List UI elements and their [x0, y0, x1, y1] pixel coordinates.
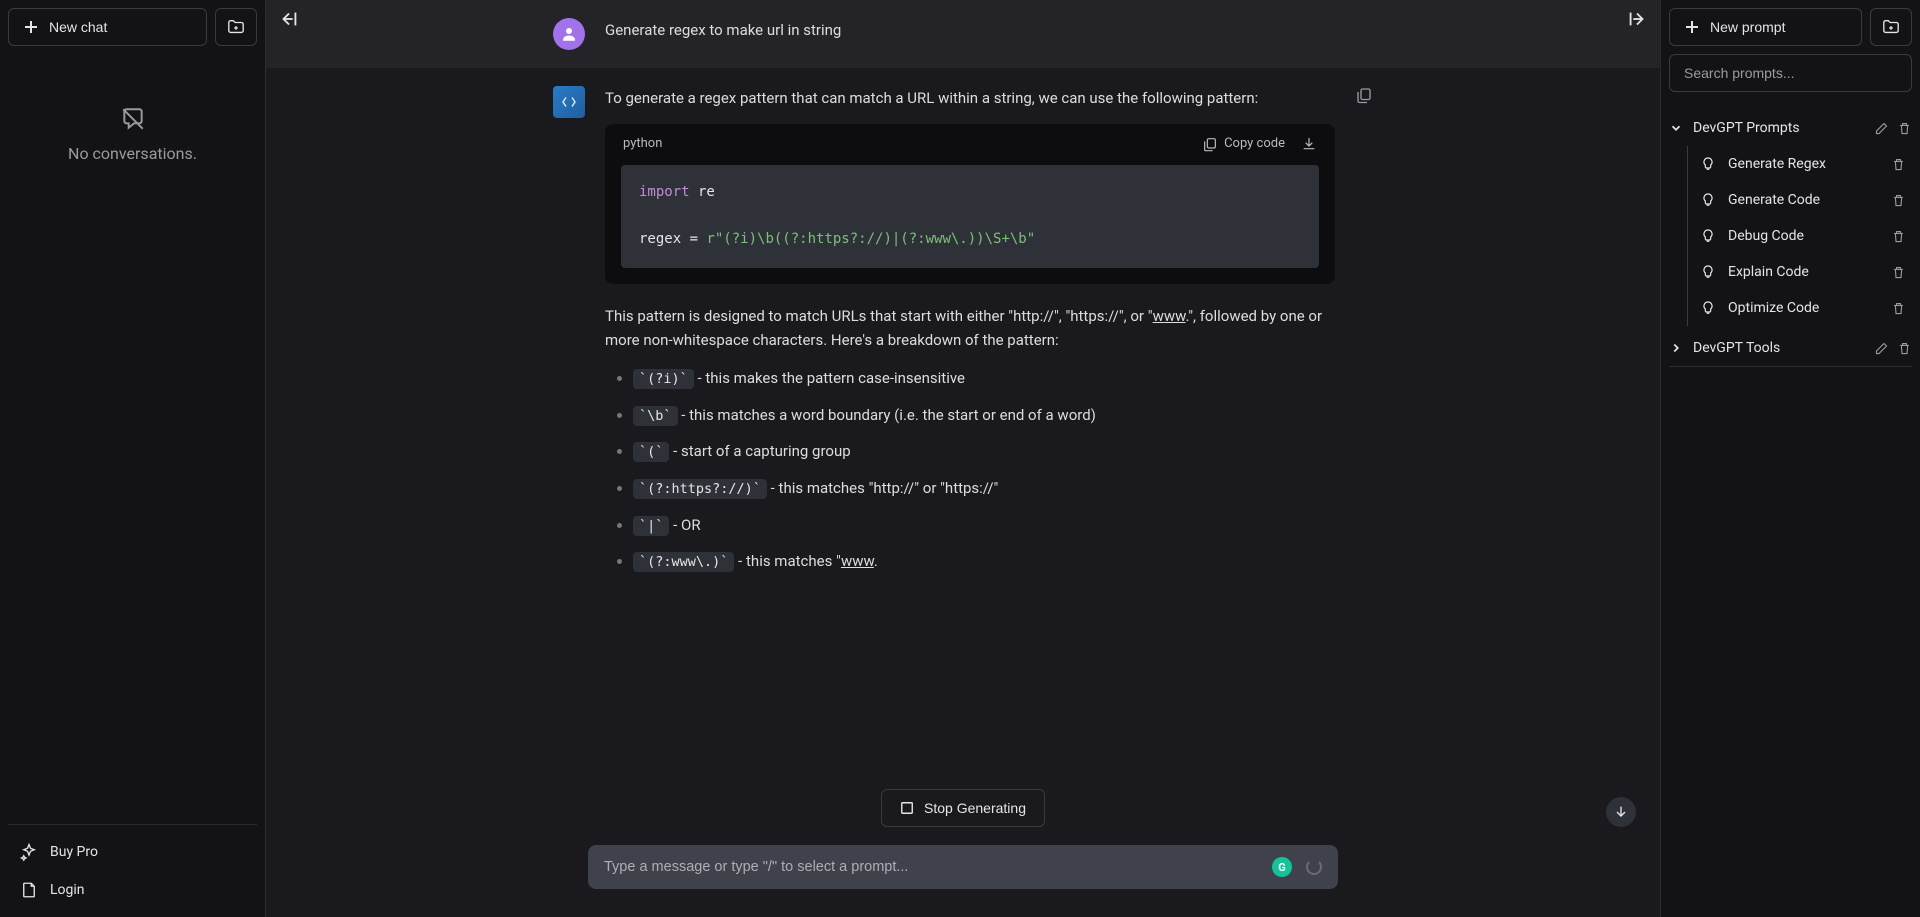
list-item: `|` - OR	[633, 513, 1335, 538]
prompt-item[interactable]: Generate Regex	[1694, 146, 1912, 182]
login-button[interactable]: Login	[8, 871, 257, 909]
tools-folder-header[interactable]: DevGPT Tools	[1669, 330, 1912, 367]
download-icon[interactable]	[1301, 136, 1317, 152]
code-block: python Copy code	[605, 124, 1335, 284]
collapse-right-icon[interactable]	[1626, 8, 1648, 30]
trash-icon[interactable]	[1891, 265, 1906, 280]
copy-code-label: Copy code	[1224, 134, 1285, 155]
user-message-row: Generate regex to make url in string	[266, 0, 1660, 68]
plus-icon	[23, 19, 39, 35]
trash-icon[interactable]	[1897, 341, 1912, 356]
plus-icon	[1684, 19, 1700, 35]
pattern-breakdown-list: `(?i)` - this makes the pattern case-ins…	[605, 366, 1335, 574]
trash-icon[interactable]	[1897, 121, 1912, 136]
new-prompt-label: New prompt	[1710, 19, 1785, 35]
search-prompts-input[interactable]	[1669, 54, 1912, 92]
trash-icon[interactable]	[1891, 229, 1906, 244]
prompts-folder-header[interactable]: DevGPT Prompts	[1669, 116, 1912, 140]
chat-off-icon	[120, 106, 146, 132]
edit-icon[interactable]	[1874, 121, 1889, 136]
lightbulb-icon	[1700, 192, 1716, 208]
list-item: `(` - start of a capturing group	[633, 439, 1335, 464]
chevron-right-icon[interactable]	[1669, 341, 1683, 355]
ai-intro-text: To generate a regex pattern that can mat…	[605, 86, 1335, 110]
right-sidebar: New prompt DevGPT Prompts Generate Regex	[1660, 0, 1920, 917]
new-chat-button[interactable]: New chat	[8, 8, 207, 46]
edit-icon[interactable]	[1874, 341, 1889, 356]
folder-plus-icon	[227, 18, 245, 36]
prompt-item-label: Explain Code	[1728, 264, 1885, 280]
message-input-bar: G	[588, 845, 1338, 889]
ai-message-row: To generate a regex pattern that can mat…	[266, 68, 1660, 604]
main-chat-area: Generate regex to make url in string To …	[265, 0, 1660, 917]
prompt-item-label: Optimize Code	[1728, 300, 1885, 316]
prompt-item-label: Generate Code	[1728, 192, 1885, 208]
user-avatar	[553, 18, 585, 50]
list-item: `(?i)` - this makes the pattern case-ins…	[633, 366, 1335, 391]
stop-icon	[900, 801, 914, 815]
list-item: `(?:https?://)` - this matches "http://"…	[633, 476, 1335, 501]
buy-pro-label: Buy Pro	[50, 844, 98, 860]
code-language-label: python	[623, 134, 662, 155]
folder-label: DevGPT Prompts	[1693, 120, 1866, 136]
folder-label: DevGPT Tools	[1693, 340, 1866, 356]
login-label: Login	[50, 882, 85, 898]
folder-plus-icon	[1882, 18, 1900, 36]
prompt-item-label: Generate Regex	[1728, 156, 1885, 172]
lightbulb-icon	[1700, 228, 1716, 244]
left-sidebar: New chat No conversations. Buy Pro Login	[0, 0, 265, 917]
buy-pro-button[interactable]: Buy Pro	[8, 833, 257, 871]
new-chat-label: New chat	[49, 19, 107, 35]
trash-icon[interactable]	[1891, 301, 1906, 316]
no-conversations-label: No conversations.	[68, 144, 197, 163]
copy-code-button[interactable]: Copy code	[1202, 134, 1285, 155]
list-item: `\b` - this matches a word boundary (i.e…	[633, 403, 1335, 428]
list-item: `(?:www\.)` - this matches "www.	[633, 549, 1335, 574]
prompt-item[interactable]: Optimize Code	[1694, 290, 1912, 326]
new-folder-button[interactable]	[215, 8, 257, 46]
collapse-left-icon[interactable]	[278, 8, 300, 30]
sparkle-icon	[20, 843, 38, 861]
stop-generating-label: Stop Generating	[924, 800, 1026, 816]
file-icon	[20, 881, 38, 899]
prompt-item[interactable]: Debug Code	[1694, 218, 1912, 254]
message-input[interactable]	[604, 859, 1272, 875]
trash-icon[interactable]	[1891, 193, 1906, 208]
lightbulb-icon	[1700, 300, 1716, 316]
scroll-down-button[interactable]	[1606, 797, 1636, 827]
no-conversations: No conversations.	[8, 106, 257, 163]
prompt-item[interactable]: Generate Code	[1694, 182, 1912, 218]
trash-icon[interactable]	[1891, 157, 1906, 172]
new-prompt-button[interactable]: New prompt	[1669, 8, 1862, 46]
lightbulb-icon	[1700, 264, 1716, 280]
prompt-item-label: Debug Code	[1728, 228, 1885, 244]
chevron-down-icon[interactable]	[1669, 121, 1683, 135]
ai-explanation-text: This pattern is designed to match URLs t…	[605, 304, 1335, 352]
code-body: import re regex = r"(?i)\b((?:https?://)…	[621, 165, 1319, 268]
loading-spinner-icon	[1306, 859, 1322, 875]
copy-message-icon[interactable]	[1355, 86, 1373, 104]
user-message-text: Generate regex to make url in string	[605, 18, 1353, 50]
stop-generating-button[interactable]: Stop Generating	[881, 789, 1045, 827]
new-prompt-folder-button[interactable]	[1870, 8, 1912, 46]
prompt-item[interactable]: Explain Code	[1694, 254, 1912, 290]
lightbulb-icon	[1700, 156, 1716, 172]
clipboard-icon	[1202, 136, 1218, 152]
grammarly-icon[interactable]: G	[1272, 857, 1292, 877]
ai-avatar	[553, 86, 585, 118]
